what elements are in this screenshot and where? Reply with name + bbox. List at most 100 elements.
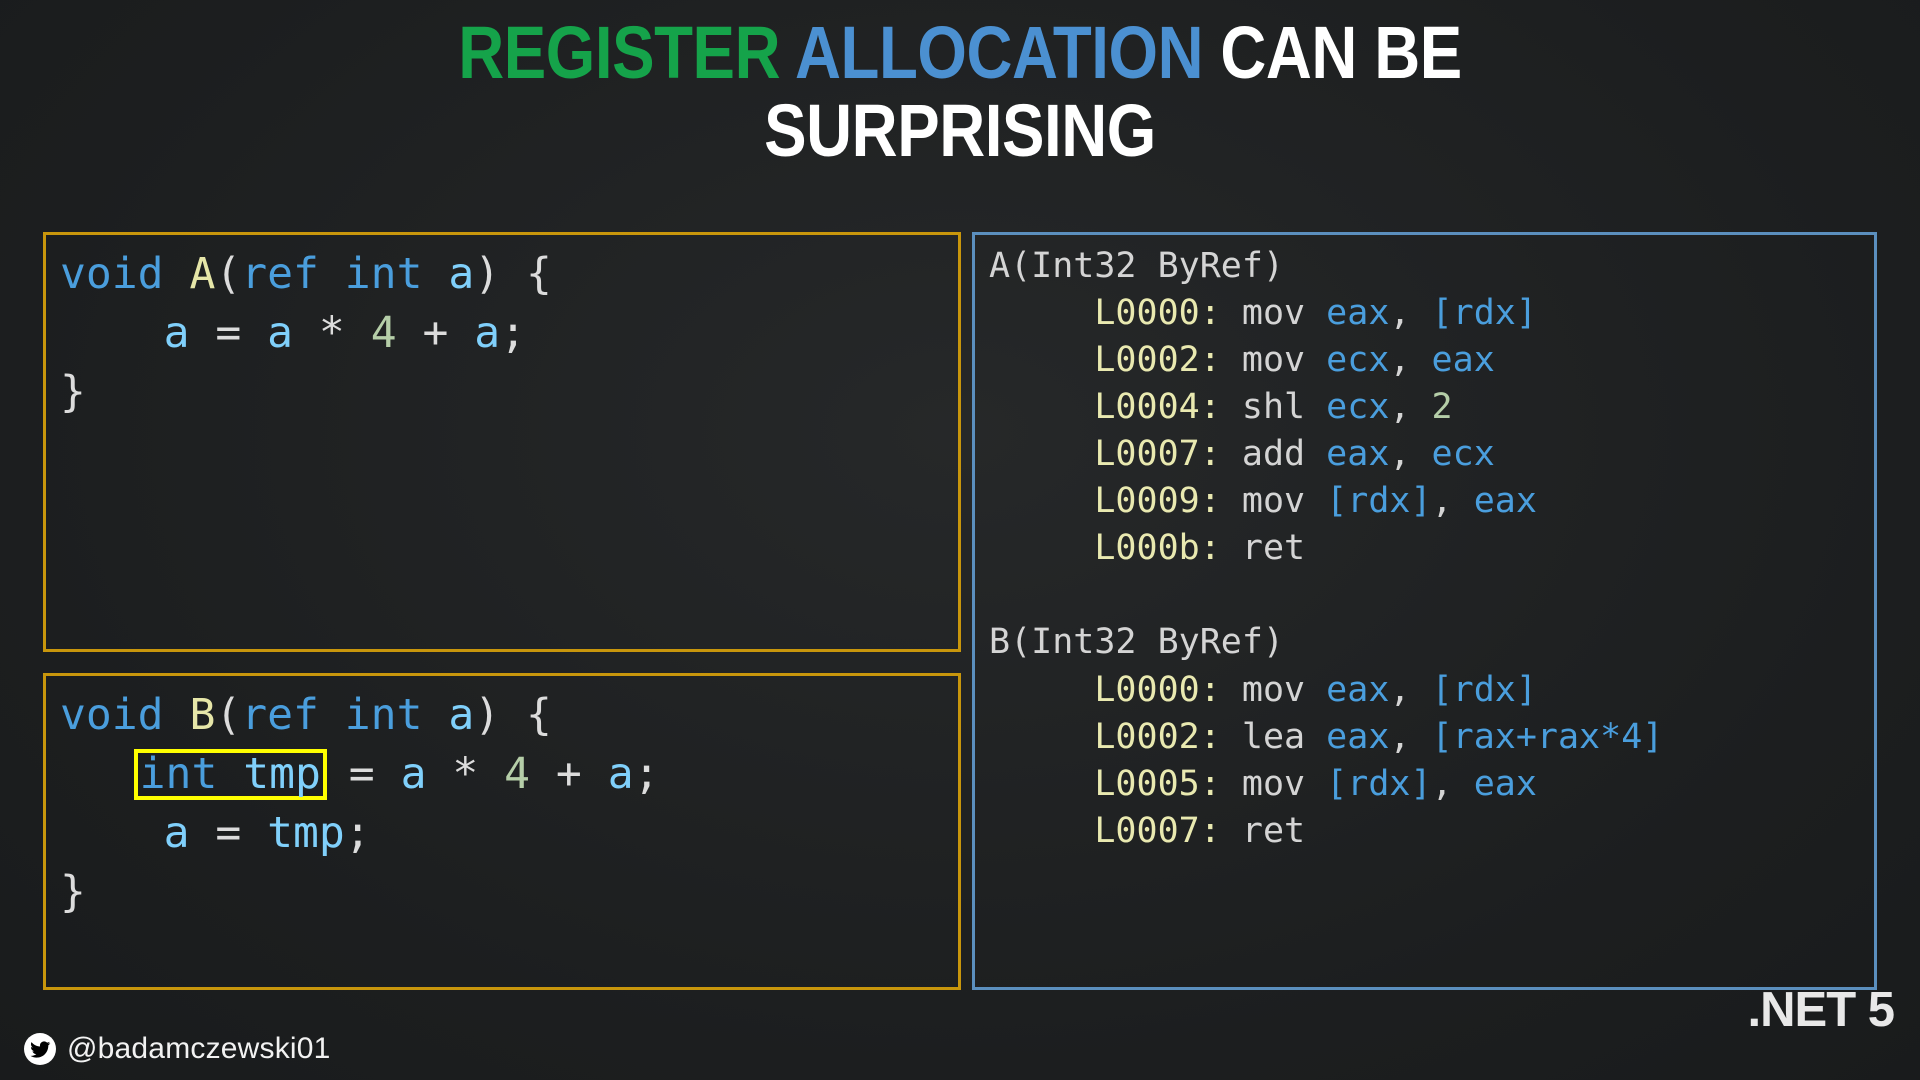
twitter-icon[interactable] [24, 1033, 56, 1065]
keyword-int: int [344, 249, 423, 299]
param-a: a [448, 690, 475, 740]
asm-operand-2: [rdx] [1431, 669, 1537, 710]
code-line-a-2: a = a * 4 + a; [60, 304, 958, 363]
twitter-handle: @badamczewski01 [67, 1032, 331, 1065]
semicolon: ; [344, 807, 371, 858]
asm-operand-2: ecx [1431, 434, 1495, 475]
source-code-column: void A(ref int a) { a = a * 4 + a; } voi… [43, 232, 961, 990]
literal-4: 4 [504, 748, 531, 799]
asm-comma: , [1389, 716, 1411, 757]
code-box-method-b: void B(ref int a) { int tmp = a * 4 + a;… [43, 673, 961, 990]
asm-mnemonic: add [1241, 434, 1306, 475]
method-name-a: A [189, 249, 216, 299]
slide-root: REGISTER ALLOCATION CAN BE SURPRISING vo… [0, 0, 1920, 1080]
footer-social[interactable]: @badamczewski01 [24, 1032, 331, 1066]
var-a-1: a [400, 748, 427, 799]
asm-mnemonic: mov [1241, 340, 1306, 381]
operator-plus: + [555, 748, 582, 799]
var-a-lhs: a [163, 307, 190, 358]
asm-row: L0007: add eax, ecx [989, 431, 1874, 478]
asm-operand-1: eax [1326, 293, 1390, 334]
framework-label: .NET 5 [1747, 983, 1895, 1037]
asm-operand-2: [rdx] [1431, 293, 1537, 334]
param-a: a [448, 249, 475, 299]
code-line-b-3: a = tmp; [60, 804, 958, 863]
disassembly-panel: A(Int32 ByRef) L0000: mov eax, [rdx] L00… [972, 232, 1877, 990]
keyword-ref: ref [241, 690, 319, 740]
title-word-allocation: ALLOCATION [795, 11, 1204, 94]
title-word-register: REGISTER [458, 11, 781, 94]
asm-label: L0007: [1094, 434, 1221, 475]
var-a-2: a [607, 748, 634, 799]
asm-mnemonic: mov [1241, 763, 1306, 804]
highlight-box-int-tmp: int tmp [133, 748, 327, 800]
title-word-canbe: CAN BE [1220, 11, 1462, 94]
title-line-1: REGISTER ALLOCATION CAN BE [134, 14, 1785, 92]
brace-close: } [60, 366, 86, 417]
code-line-b-4: } [60, 863, 958, 922]
asm-comma: , [1389, 340, 1411, 381]
operator-assign: = [215, 807, 242, 858]
asm-operand-1: ecx [1326, 340, 1390, 381]
asm-comma: , [1389, 434, 1411, 475]
asm-spacer [989, 572, 1874, 619]
keyword-ref: ref [241, 249, 319, 299]
semicolon: ; [633, 748, 660, 799]
asm-mnemonic: ret [1241, 528, 1306, 569]
asm-operand-2: eax [1473, 763, 1537, 804]
asm-mnemonic: mov [1241, 293, 1306, 334]
title-line-2: SURPRISING [134, 88, 1785, 172]
title-word-surprising: SURPRISING [764, 88, 1156, 172]
operator-plus: + [422, 307, 449, 358]
asm-comma: , [1431, 481, 1453, 522]
asm-header-method-a: A(Int32 ByRef) [989, 246, 1285, 286]
keyword-int: int [139, 748, 218, 799]
asm-comma: , [1389, 387, 1411, 428]
code-line-a-3: } [60, 363, 958, 422]
asm-mnemonic: mov [1241, 669, 1306, 710]
asm-comma: , [1389, 293, 1411, 334]
paren-open: ( [215, 690, 242, 740]
asm-row: L0002: lea eax, [rax+rax*4] [989, 714, 1874, 761]
asm-label: L0002: [1094, 340, 1221, 381]
keyword-int: int [344, 690, 423, 740]
keyword-void: void [60, 690, 164, 740]
asm-operand-2: eax [1431, 340, 1495, 381]
asm-comma: , [1431, 763, 1453, 804]
var-tmp-use: tmp [267, 807, 345, 858]
asm-label: L0007: [1094, 810, 1221, 851]
code-line-b-1: void B(ref int a) { [60, 686, 958, 745]
paren-close: ) [474, 249, 501, 299]
asm-label: L0000: [1094, 669, 1221, 710]
brace-close: } [60, 866, 86, 917]
operator-assign: = [348, 748, 375, 799]
method-name-b: B [189, 690, 216, 740]
asm-row: L0007: ret [989, 808, 1874, 855]
asm-row: L0000: mov eax, [rdx] [989, 290, 1874, 337]
asm-row: L000b: ret [989, 525, 1874, 572]
operator-assign: = [215, 307, 242, 358]
asm-operand-1: eax [1326, 669, 1390, 710]
asm-row: L0009: mov [rdx], eax [989, 478, 1874, 525]
asm-label: L0005: [1094, 763, 1221, 804]
brace-open: { [526, 690, 552, 740]
keyword-void: void [60, 249, 164, 299]
asm-mnemonic: ret [1241, 810, 1306, 851]
paren-close: ) [474, 690, 501, 740]
asm-label: L0009: [1094, 481, 1221, 522]
operator-multiply: * [452, 748, 479, 799]
asm-comma: , [1389, 669, 1411, 710]
asm-mnemonic: lea [1241, 716, 1306, 757]
asm-header-method-b: B(Int32 ByRef) [989, 622, 1285, 663]
page-title: REGISTER ALLOCATION CAN BE SURPRISING [0, 14, 1920, 169]
brace-open: { [526, 249, 552, 299]
asm-row: L0002: mov ecx, eax [989, 337, 1874, 384]
asm-operand-1: [rdx] [1326, 763, 1432, 804]
code-line-a-1: void A(ref int a) { [60, 245, 958, 304]
asm-operand-2: 2 [1431, 387, 1453, 428]
var-a-lhs: a [163, 807, 190, 858]
literal-4: 4 [370, 307, 397, 358]
var-a-2: a [474, 307, 501, 358]
asm-operand-2: eax [1473, 481, 1537, 522]
asm-operand-1: eax [1326, 434, 1390, 475]
